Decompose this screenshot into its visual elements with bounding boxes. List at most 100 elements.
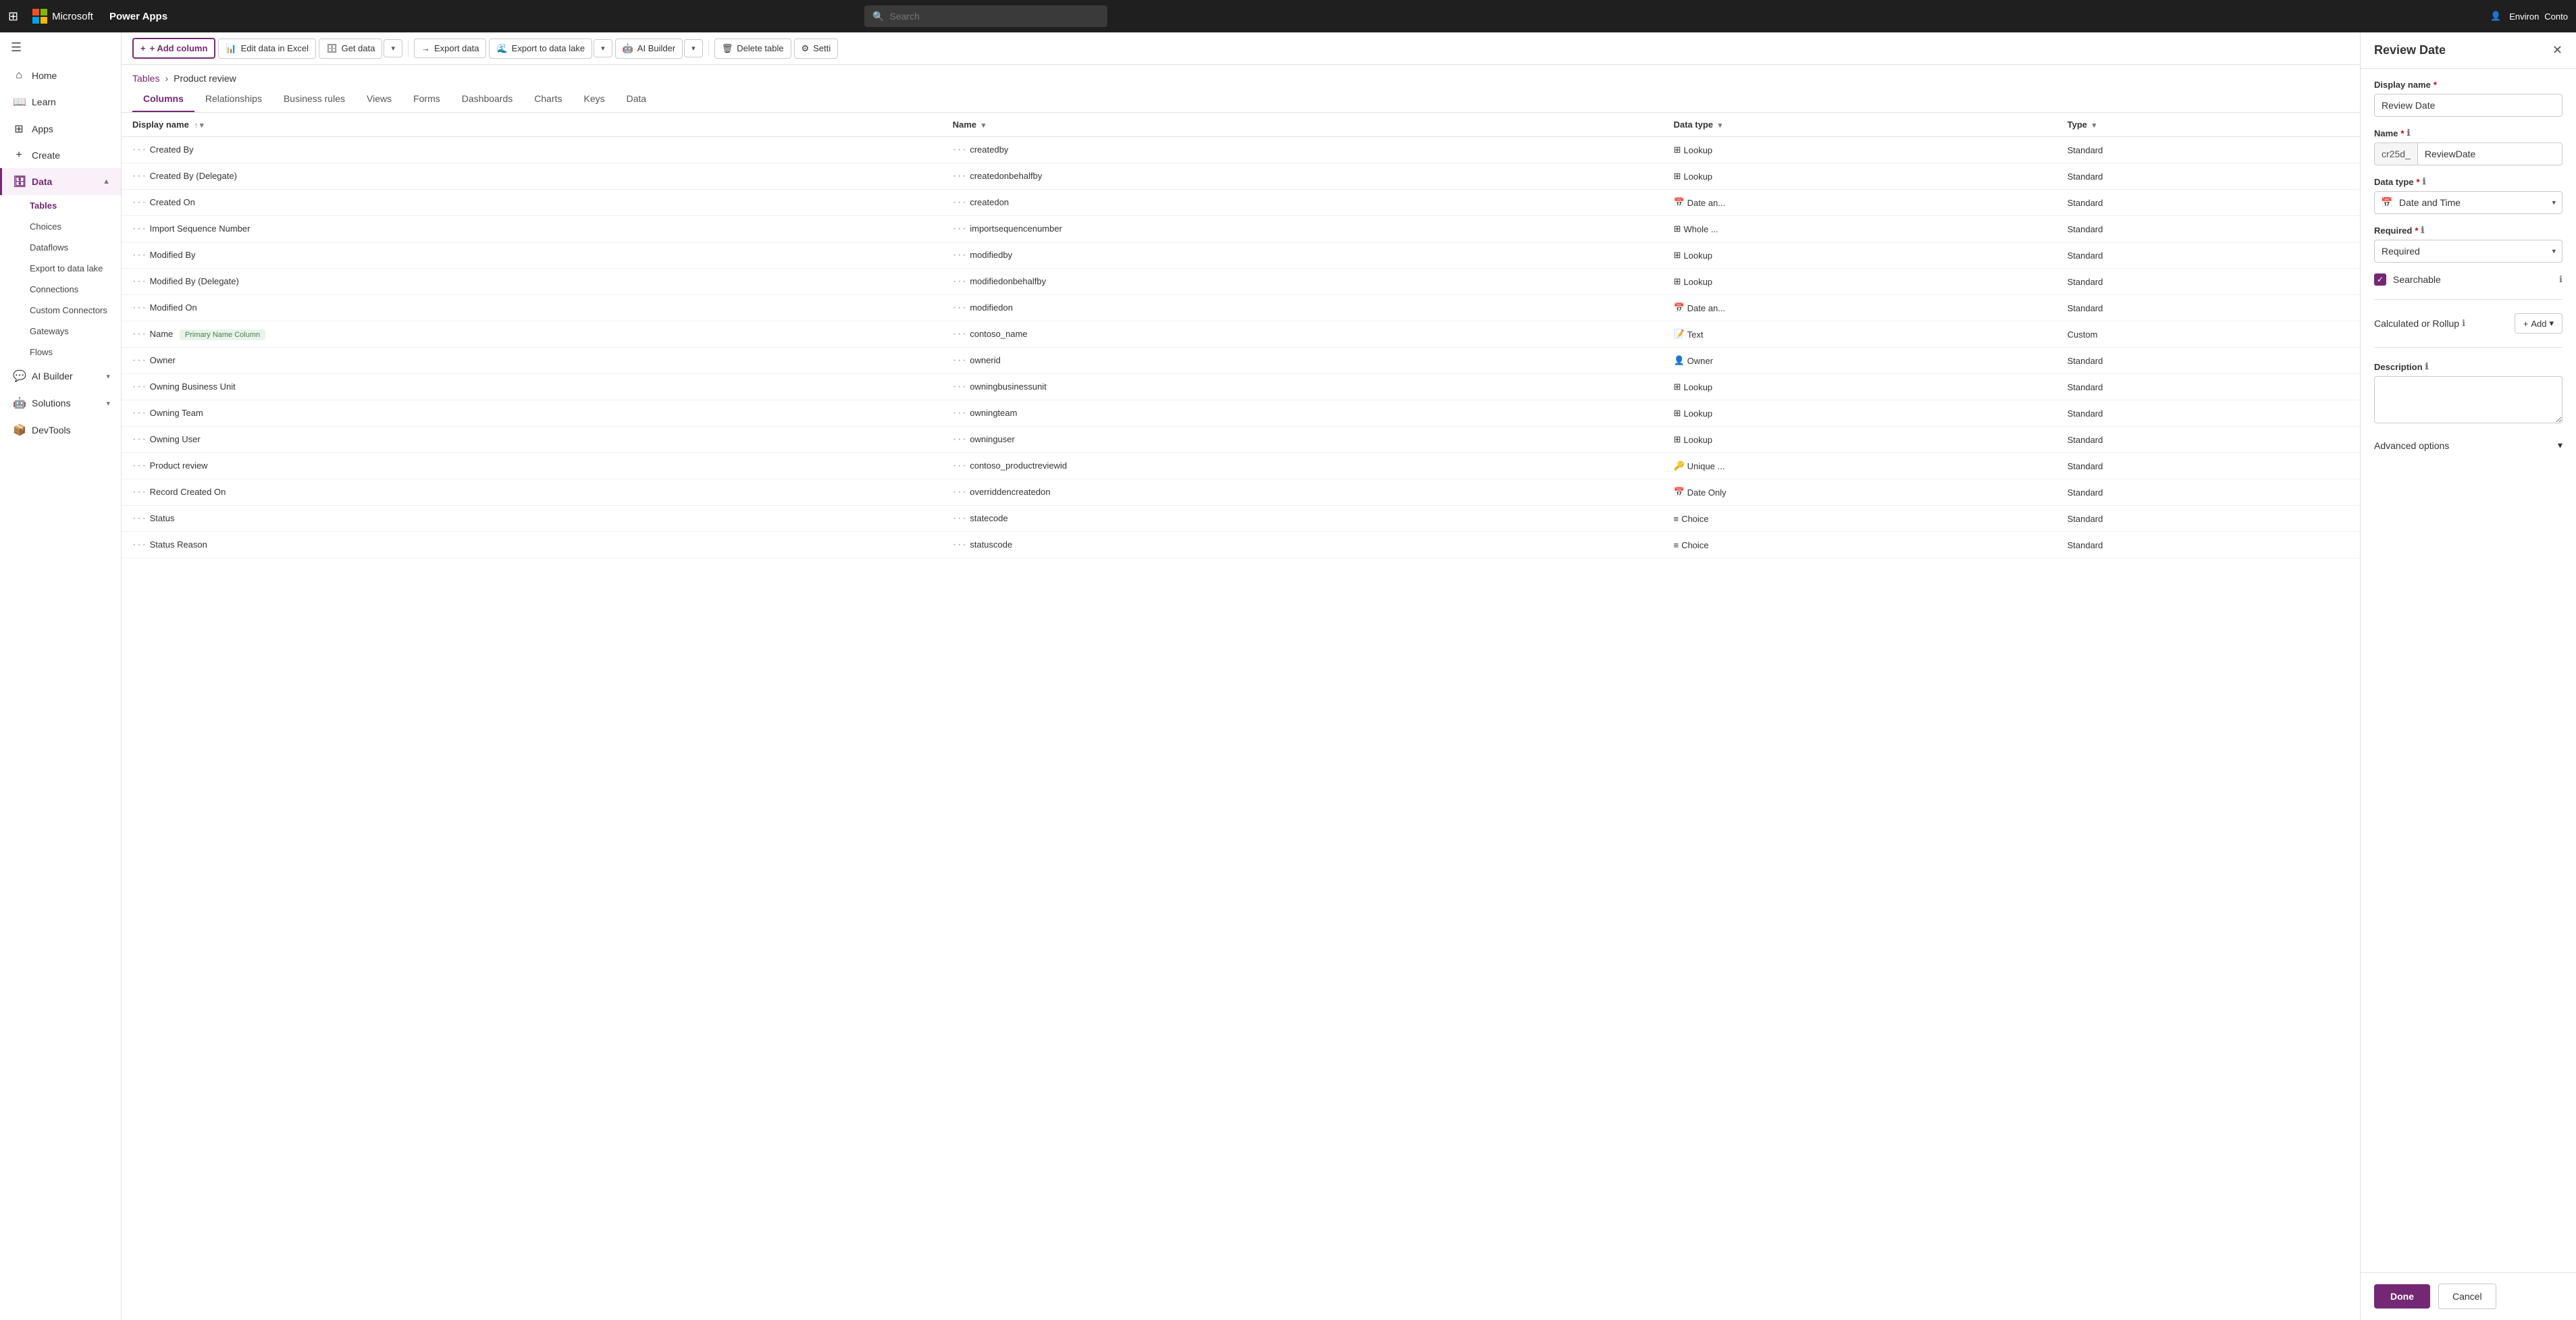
row-actions[interactable]: ··· [953, 460, 968, 471]
tab-columns[interactable]: Columns [132, 86, 194, 112]
row-actions[interactable]: ··· [132, 249, 147, 261]
sidebar-sub-custom-connectors[interactable]: Custom Connectors [0, 300, 121, 321]
sidebar-sub-choices[interactable]: Choices [0, 216, 121, 237]
col-header-type[interactable]: Type ▾ [2057, 113, 2360, 137]
get-data-button[interactable]: 🗄 Get data [319, 38, 382, 59]
row-actions[interactable]: ··· [132, 302, 147, 313]
sidebar-item-home[interactable]: ⌂ Home [0, 63, 121, 88]
row-actions[interactable]: ··· [132, 354, 147, 366]
sidebar-item-apps[interactable]: ⊞ Apps [0, 115, 121, 142]
required-select[interactable]: Required [2374, 240, 2562, 263]
sidebar-item-learn[interactable]: 📖 Learn [0, 88, 121, 115]
row-actions[interactable]: ··· [953, 381, 968, 392]
tab-keys[interactable]: Keys [573, 86, 616, 112]
breadcrumb-current: Product review [174, 73, 236, 84]
desc-info-icon[interactable]: ℹ [2425, 361, 2429, 372]
tab-business-rules[interactable]: Business rules [273, 86, 356, 112]
ai-builder-chevron[interactable]: ▾ [684, 39, 703, 57]
row-actions[interactable]: ··· [953, 328, 968, 340]
row-actions[interactable]: ··· [953, 223, 968, 234]
sidebar-item-ai-builder[interactable]: 🤖 Solutions ▾ [0, 390, 121, 417]
row-actions[interactable]: ··· [953, 486, 968, 498]
row-actions[interactable]: ··· [132, 407, 147, 419]
done-button[interactable]: Done [2374, 1284, 2430, 1309]
calc-info-icon[interactable]: ℹ [2462, 318, 2465, 329]
ai-builder-dropdown[interactable]: 🤖 AI Builder ▾ [615, 38, 703, 59]
row-actions[interactable]: ··· [132, 381, 147, 392]
row-actions[interactable]: ··· [953, 170, 968, 182]
row-actions[interactable]: ··· [953, 539, 968, 550]
row-actions[interactable]: ··· [132, 512, 147, 524]
row-actions[interactable]: ··· [953, 144, 968, 155]
export-lake-chevron[interactable]: ▾ [594, 39, 612, 57]
sidebar-item-create[interactable]: + Create [0, 142, 121, 168]
cell-type: Standard [2057, 295, 2360, 321]
row-actions[interactable]: ··· [132, 170, 147, 182]
edit-excel-button[interactable]: 📊 Edit data in Excel [218, 38, 316, 59]
searchable-checkbox[interactable]: ✓ [2374, 273, 2386, 286]
row-actions[interactable]: ··· [132, 196, 147, 208]
row-actions[interactable]: ··· [132, 275, 147, 287]
settings-button[interactable]: ⚙ Setti [794, 38, 839, 59]
info-icon[interactable]: ℹ [2407, 128, 2410, 138]
row-actions[interactable]: ··· [132, 460, 147, 471]
row-actions[interactable]: ··· [953, 275, 968, 287]
sidebar-sub-gateways[interactable]: Gateways [0, 321, 121, 342]
waffle-icon[interactable]: ⊞ [8, 9, 18, 24]
tab-dashboards[interactable]: Dashboards [451, 86, 524, 112]
calc-add-button[interactable]: + Add ▾ [2515, 313, 2562, 334]
tab-data[interactable]: Data [616, 86, 658, 112]
tab-forms[interactable]: Forms [402, 86, 451, 112]
row-actions[interactable]: ··· [953, 407, 968, 419]
display-name-input[interactable] [2374, 94, 2562, 117]
required-info-icon[interactable]: ℹ [2421, 225, 2424, 236]
advanced-options-row[interactable]: Advanced options ▾ [2374, 434, 2562, 456]
search-bar[interactable]: 🔍 [864, 5, 1107, 27]
breadcrumb-parent[interactable]: Tables [132, 73, 159, 84]
sidebar-sub-export[interactable]: Export to data lake [0, 258, 121, 279]
row-actions[interactable]: ··· [953, 512, 968, 524]
row-actions[interactable]: ··· [132, 144, 147, 155]
sidebar-item-data[interactable]: 🗄 Data ▲ [0, 168, 121, 195]
search-input[interactable] [890, 11, 1100, 22]
tab-relationships[interactable]: Relationships [194, 86, 273, 112]
sidebar-sub-connections[interactable]: Connections [0, 279, 121, 300]
description-textarea[interactable] [2374, 376, 2562, 423]
row-actions[interactable]: ··· [953, 354, 968, 366]
row-actions[interactable]: ··· [132, 328, 147, 340]
sidebar-item-solutions[interactable]: 📦 DevTools [0, 417, 121, 444]
data-type-select[interactable]: Date and Time [2374, 191, 2562, 214]
tab-views[interactable]: Views [356, 86, 402, 112]
searchable-info-icon[interactable]: ℹ [2559, 274, 2562, 285]
export-lake-button[interactable]: 🌊 Export to data lake [489, 38, 592, 59]
tab-charts[interactable]: Charts [523, 86, 573, 112]
col-header-name[interactable]: Name ▾ [942, 113, 1663, 137]
row-actions[interactable]: ··· [953, 249, 968, 261]
cancel-button[interactable]: Cancel [2438, 1284, 2496, 1309]
delete-table-button[interactable]: 🗑 Delete table [714, 38, 791, 59]
sidebar-sub-flows[interactable]: Flows [0, 342, 121, 363]
row-actions[interactable]: ··· [953, 302, 968, 313]
row-actions[interactable]: ··· [132, 433, 147, 445]
row-actions[interactable]: ··· [132, 539, 147, 550]
display-name-label: Display name * [2374, 80, 2562, 90]
get-data-dropdown[interactable]: 🗄 Get data ▾ [319, 38, 402, 59]
sidebar-sub-tables[interactable]: Tables [0, 195, 121, 216]
row-actions[interactable]: ··· [132, 486, 147, 498]
name-input[interactable] [2417, 142, 2562, 165]
data-type-info-icon[interactable]: ℹ [2423, 176, 2426, 187]
ai-builder-button[interactable]: 🤖 AI Builder [615, 38, 683, 59]
sidebar-sub-dataflows[interactable]: Dataflows [0, 237, 121, 258]
export-lake-dropdown[interactable]: 🌊 Export to data lake ▾ [489, 38, 612, 59]
row-actions[interactable]: ··· [953, 433, 968, 445]
add-column-button[interactable]: + + Add column [132, 38, 215, 59]
row-actions[interactable]: ··· [132, 223, 147, 234]
col-header-data-type[interactable]: Data type ▾ [1662, 113, 2056, 137]
row-actions[interactable]: ··· [953, 196, 968, 208]
get-data-chevron[interactable]: ▾ [384, 39, 402, 57]
col-header-display-name[interactable]: Display name ↑ ▾ [122, 113, 942, 137]
sidebar-toggle[interactable]: ☰ [0, 32, 121, 63]
sidebar-item-chatbots[interactable]: 💬 AI Builder ▾ [0, 363, 121, 390]
export-data-button[interactable]: → Export data [414, 38, 487, 58]
close-button[interactable]: ✕ [2552, 43, 2562, 57]
